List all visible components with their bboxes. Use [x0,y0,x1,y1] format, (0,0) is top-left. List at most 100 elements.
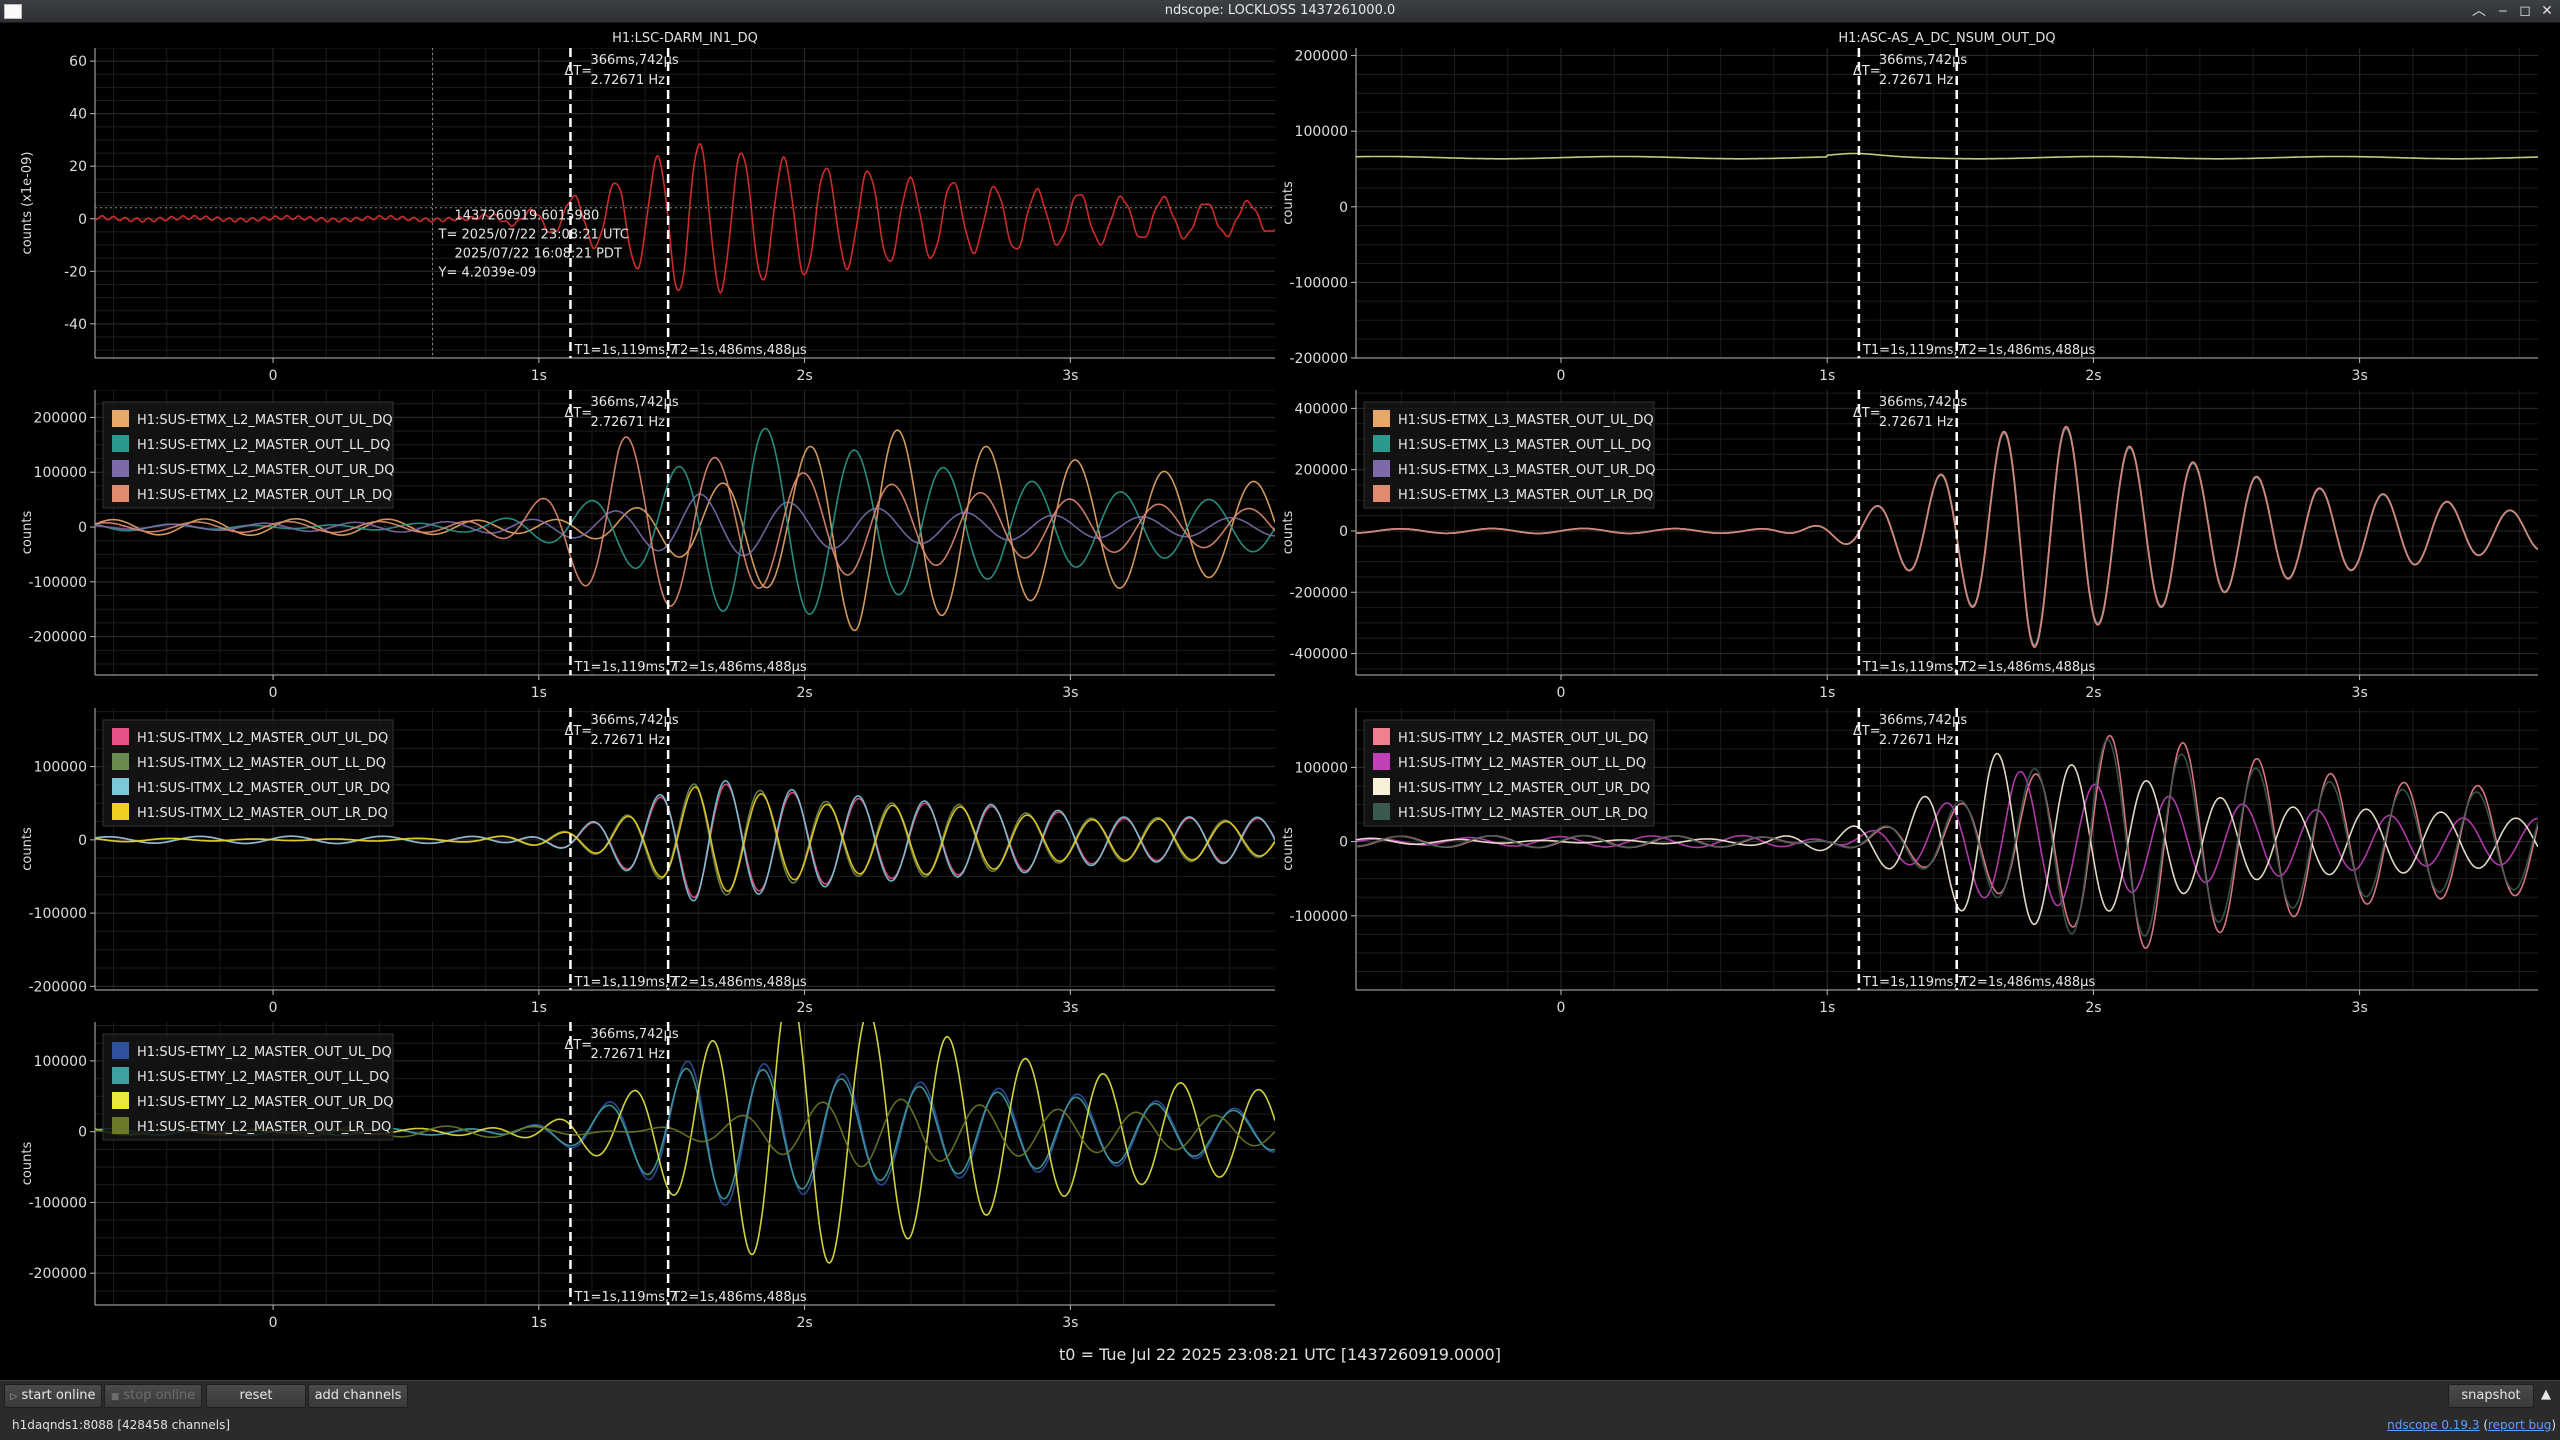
plot-lsc-darm[interactable]: H1:LSC-DARM_IN1_DQ -40 -20 0 20 40 60 0 1s 2s 3s co… [0,30,1285,384]
add-channels-button[interactable]: add channels [308,1384,408,1408]
legend-label: H1:SUS-ETMX_L3_MASTER_OUT_LR_DQ [1398,488,1653,503]
t1-label: T1=1s,119ms,7 [573,660,677,675]
legend: H1:SUS-ETMX_L2_MASTER_OUT_UL_DQ H1:SUS-ET… [102,401,394,509]
x-tick-label: 1s [531,368,547,384]
x-tick-label: 2s [796,1000,812,1016]
t0-label: t0 = Tue Jul 22 2025 23:08:21 UTC [14372… [1059,1345,1501,1364]
expand-up-icon[interactable]: ▲ [2536,1384,2556,1406]
legend: H1:SUS-ETMY_L2_MASTER_OUT_UL_DQ H1:SUS-ET… [102,1033,394,1141]
legend-label: H1:SUS-ETMX_L2_MASTER_OUT_UR_DQ [137,463,394,478]
plot-etmy-l2[interactable]: -200000 -100000 0 100000 0 1s 2s 3s counts 366ms,… [0,1015,1285,1331]
delta-time-label: 366ms,742µs [1879,395,1967,410]
close-icon[interactable]: ✕ [2536,1,2558,21]
y-axis-label: counts [1281,181,1296,225]
x-tick-label: 3s [2352,368,2368,384]
plot-asc-as-a-dc[interactable]: H1:ASC-AS_A_DC_NSUM_OUT_DQ -200000 -100000… [1281,30,2555,384]
delta-freq-label: 2.72671 Hz [590,733,665,748]
x-tick-label: 0 [269,1315,278,1331]
keep-above-icon[interactable]: ︿ [2468,1,2490,21]
t1-label: T1=1s,119ms,7 [1862,343,1966,358]
legend-swatch [112,1042,129,1059]
delta-time-label: 366ms,742µs [1879,53,1967,68]
legend-swatch [1373,803,1390,820]
plot-title: H1:ASC-AS_A_DC_NSUM_OUT_DQ [1838,31,2055,46]
delta-label: ΔT= [1853,724,1881,739]
plot-svg: H1:LSC-DARM_IN1_DQ -40 -20 0 20 40 60 0 1s 2s 3s co… [20,31,1275,384]
legend-label: H1:SUS-ITMX_L2_MASTER_OUT_UL_DQ [137,731,388,746]
y-tick-label: -200000 [1290,585,1349,601]
snapshot-button[interactable]: snapshot [2448,1384,2534,1408]
legend-label: H1:SUS-ETMX_L3_MASTER_OUT_UR_DQ [1398,463,1655,478]
legend: H1:SUS-ITMY_L2_MASTER_OUT_UL_DQ H1:SUS-IT… [1363,719,1655,827]
series-line-0 [1356,152,2538,160]
stop-icon: ■ [110,1392,120,1402]
plot-etmx-l3[interactable]: -400000 -200000 0 200000 400000 0 1s 2s 3s counts… [1281,385,2555,701]
plot-title: H1:LSC-DARM_IN1_DQ [612,31,758,46]
report-bug-link[interactable]: report bug [2488,1418,2551,1432]
legend-swatch [112,803,129,820]
plot-svg: -200000 -100000 0 100000 0 1s 2s 3s counts 366ms,… [20,1022,1275,1331]
y-tick-label: 0 [78,833,87,849]
legend-swatch [1373,753,1390,770]
legend-label: H1:SUS-ITMX_L2_MASTER_OUT_LL_DQ [137,756,386,771]
x-tick-label: 0 [269,1000,278,1016]
x-tick-label: 2s [796,685,812,701]
t2-label: T2=1s,486ms,488µs [671,1290,807,1305]
y-axis-label: counts [1281,511,1296,555]
y-tick-label: -100000 [29,1195,88,1211]
legend-label: H1:SUS-ITMX_L2_MASTER_OUT_LR_DQ [137,806,388,821]
grid [95,48,1275,358]
y-tick-label: -100000 [1290,909,1349,925]
x-tick-label: 0 [1557,1000,1566,1016]
x-tick-label: 1s [531,1315,547,1331]
reset-button[interactable]: reset [206,1384,306,1408]
stop-online-button[interactable]: ■ stop online [104,1384,202,1408]
legend-label: H1:SUS-ITMY_L2_MASTER_OUT_LR_DQ [1398,806,1648,821]
start-online-button[interactable]: ▷ start online [4,1384,102,1408]
legend-label: H1:SUS-ETMX_L2_MASTER_OUT_UL_DQ [137,413,393,428]
y-axis-label: counts [20,827,35,871]
delta-time-label: 366ms,742µs [1879,713,1967,728]
maximize-icon[interactable]: ◻ [2514,1,2536,21]
y-tick-label: -200000 [1290,351,1349,367]
minimize-icon[interactable]: ‒ [2492,1,2514,21]
plot-itmy-l2[interactable]: -100000 0 100000 0 1s 2s 3s counts 366ms,742µs ΔT… [1281,700,2555,1016]
delta-freq-label: 2.72671 Hz [1879,733,1954,748]
version-link[interactable]: ndscope 0.19.3 [2387,1418,2479,1432]
series-group [1356,152,2538,160]
legend-swatch [112,778,129,795]
legend-swatch [1373,778,1390,795]
delta-label: ΔT= [564,64,592,79]
plot-itmx-l2[interactable]: -200000 -100000 0 100000 0 1s 2s 3s counts 366ms,… [0,700,1285,1016]
status-bar: h1daqnds1:8088 [428458 channels] ndscope… [0,1411,2560,1440]
legend-label: H1:SUS-ETMY_L2_MASTER_OUT_UL_DQ [137,1045,392,1060]
y-tick-label: 100000 [1295,124,1348,140]
y-tick-label: -40 [64,317,87,333]
y-tick-label: -20 [64,264,87,280]
legend-swatch [112,485,129,502]
crosshair-label: 2025/07/22 16:08:21 PDT [455,247,622,262]
t2-label: T2=1s,486ms,488µs [671,660,807,675]
delta-freq-label: 2.72671 Hz [1879,73,1954,88]
legend: H1:SUS-ITMX_L2_MASTER_OUT_UL_DQ H1:SUS-IT… [102,719,394,827]
y-tick-label: 0 [1339,835,1348,851]
server-status: h1daqnds1:8088 [428458 channels] [12,1418,231,1432]
legend-label: H1:SUS-ETMX_L3_MASTER_OUT_LL_DQ [1398,438,1651,453]
x-tick-label: 1s [1819,368,1835,384]
t2-label: T2=1s,486ms,488µs [1960,343,2096,358]
legend-label: H1:SUS-ETMY_L2_MASTER_OUT_UR_DQ [137,1095,394,1110]
x-tick-label: 2s [2085,1000,2101,1016]
window-title: ndscope: LOCKLOSS 1437261000.0 [1164,3,1396,18]
bottom-toolbar: ▷ start online ■ stop online reset add c… [0,1380,2560,1411]
plot-etmx-l2[interactable]: -200000 -100000 0 100000 200000 0 1s 2s 3s counts… [0,385,1285,701]
crosshair-label: Y= 4.2039e-09 [438,266,537,281]
y-tick-label: 200000 [34,410,87,426]
y-tick-label: -100000 [1290,275,1349,291]
legend-label: H1:SUS-ETMY_L2_MASTER_OUT_LR_DQ [137,1120,391,1135]
delta-label: ΔT= [564,406,592,421]
legend-swatch [1373,410,1390,427]
delta-time-label: 366ms,742µs [590,53,678,68]
y-axis-label: counts [1281,827,1296,871]
crosshair-label: 1437260919.6015980 [455,209,600,224]
y-tick-label: 400000 [1295,401,1348,417]
